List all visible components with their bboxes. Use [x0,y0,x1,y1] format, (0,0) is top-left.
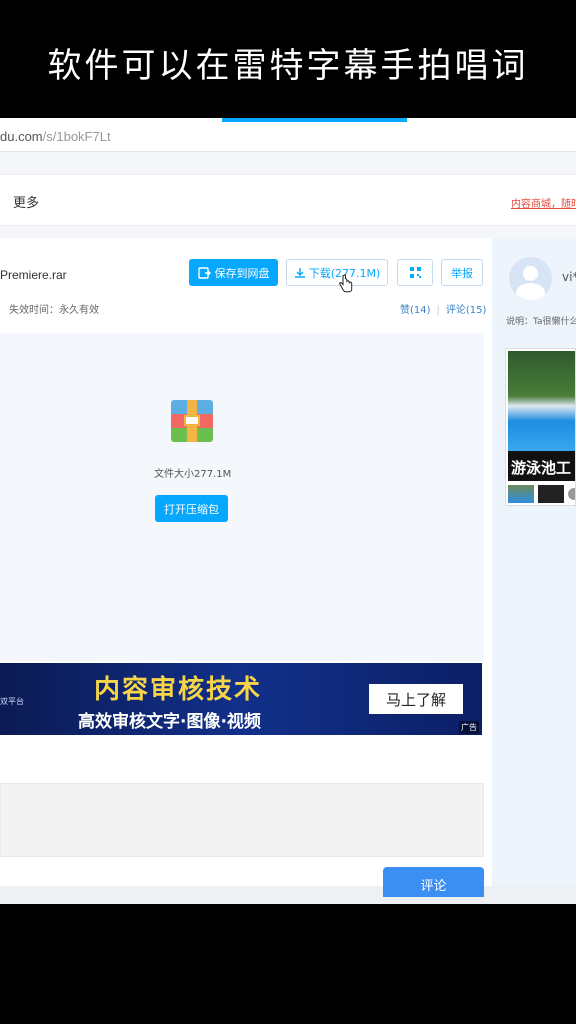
qr-code-icon [409,267,421,278]
download-button[interactable]: 下载(277.1M) [286,259,388,286]
comment-submit-button[interactable]: 评论 [383,867,484,897]
ad-thumbnail[interactable] [508,485,534,503]
file-preview-area [0,333,484,661]
ad-left-text: 双平台 [0,697,24,706]
save-button-label: 保存到网盘 [214,266,270,280]
user-description: 说明：Ta很懒什么 [506,317,576,327]
ad-cta-button[interactable]: 马上了解 [369,684,463,714]
content-mall-link[interactable]: 内容商城，随时 [511,195,576,210]
page-load-progress [222,118,407,122]
likes-link[interactable]: 赞(14) [400,305,431,316]
video-caption: 软件可以在雷特字幕手拍唱词 [47,46,529,86]
user-avatar[interactable] [509,257,552,300]
ad-title: 内容审核技术 [94,675,263,705]
ad-tag: 广告 [459,721,479,734]
top-nav: 更多 内容商城，随时 [0,174,576,226]
ad-subtitle: 高效审核文字·图像·视频 [78,712,261,732]
url-host: du.com [0,129,43,144]
sidebar-ad-caption: 游泳池工 [511,459,572,477]
likes-comments-row: 赞(14) | 评论(15) [400,301,486,316]
save-to-netdisk-button[interactable]: 保存到网盘 [189,259,278,286]
save-icon [197,266,211,279]
comments-link[interactable]: 评论(15) [446,305,487,316]
qr-code-button[interactable] [397,259,433,286]
nav-more-link[interactable]: 更多 [13,192,39,211]
archive-file-icon [171,400,213,442]
pool-photo [508,351,575,451]
download-icon [294,267,305,278]
open-archive-button[interactable]: 打开压缩包 [155,495,228,522]
sidebar-ad[interactable]: 游泳池工 [505,348,576,506]
ad-thumbnail[interactable] [568,488,575,500]
separator: | [436,305,440,316]
page-bottom-strip [0,886,576,904]
report-button[interactable]: 举报 [441,259,483,286]
url-path: /s/1bokF7Lt [42,129,111,144]
url-text[interactable]: du.com/s/1bokF7Lt [0,129,111,144]
expire-time: 失效时间：永久有效 [9,305,99,316]
video-frame: 软件可以在雷特字幕手拍唱词 du.com/s/1bokF7Lt 更多 内容商城，… [0,0,576,1024]
right-sidebar [492,238,576,904]
file-name: Premiere.rar [0,268,67,282]
hand-cursor-icon [339,274,353,293]
ad-thumbnail[interactable] [538,485,564,503]
browser-screen: du.com/s/1bokF7Lt 更多 内容商城，随时 Premiere.ra… [0,118,576,904]
comment-input[interactable] [0,783,484,857]
ad-banner[interactable]: 双平台 内容审核技术 高效审核文字·图像·视频 马上了解 广告 [0,663,482,735]
file-size: 文件大小277.1M [154,469,232,480]
address-bar[interactable]: du.com/s/1bokF7Lt [0,118,576,152]
user-name[interactable]: vi* [562,270,576,284]
